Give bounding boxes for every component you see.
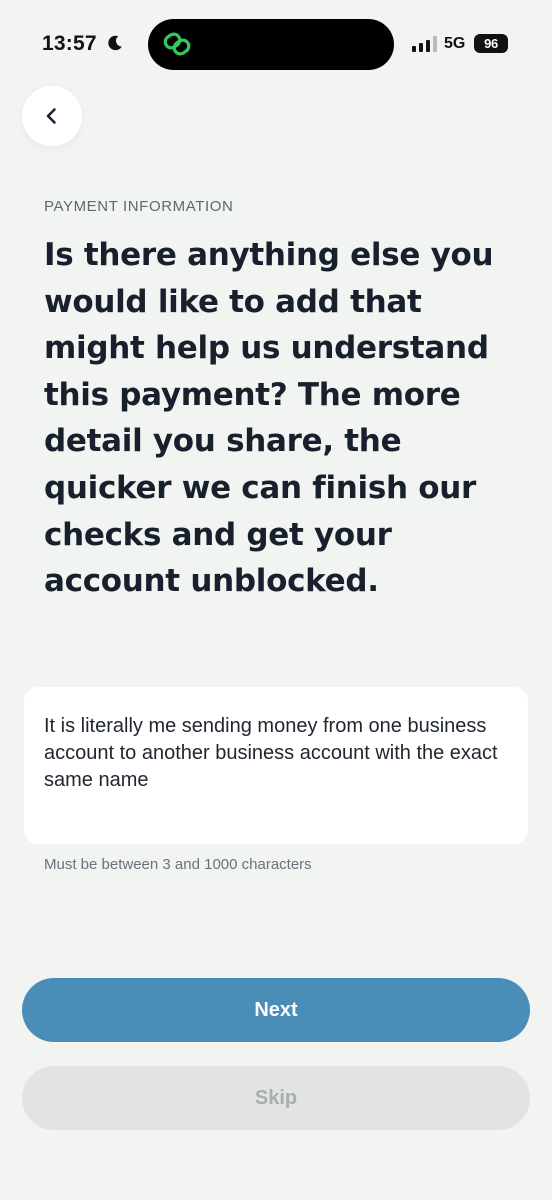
status-bar: 13:57 5G 96 [0, 0, 552, 92]
details-value[interactable]: It is literally me sending money from on… [44, 713, 514, 794]
signal-icon [412, 36, 437, 52]
chevron-left-icon [46, 108, 56, 124]
next-button[interactable]: Next [22, 978, 530, 1042]
question-title: Is there anything else you would like to… [44, 237, 494, 600]
network-type: 5G [444, 35, 466, 52]
battery-indicator: 96 [474, 34, 508, 53]
link-icon [163, 32, 191, 56]
helper-text: Must be between 3 and 1000 characters [44, 856, 312, 873]
skip-button[interactable]: Skip [22, 1066, 530, 1130]
battery-level: 96 [484, 36, 498, 51]
section-eyebrow: PAYMENT INFORMATION [44, 198, 234, 215]
dynamic-island [148, 19, 394, 70]
moon-icon [108, 35, 122, 51]
back-button[interactable] [22, 86, 82, 146]
status-time: 13:57 [42, 32, 97, 55]
details-textarea[interactable]: It is literally me sending money from on… [24, 687, 528, 844]
